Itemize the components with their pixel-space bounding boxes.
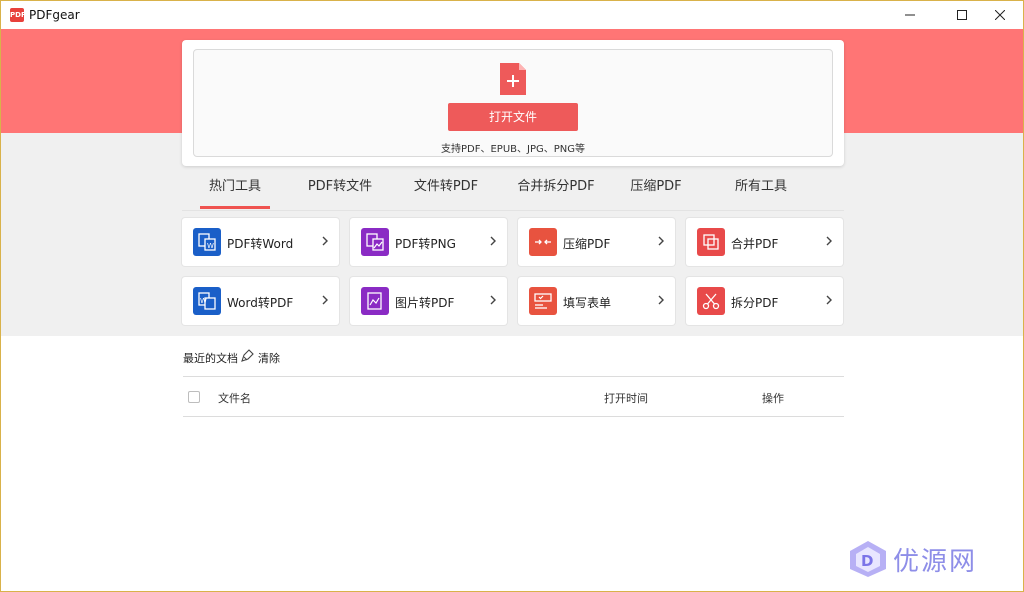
tool-label: PDF转PNG (395, 237, 456, 251)
close-icon (995, 10, 1005, 20)
minimize-icon (905, 14, 915, 16)
tool-label: 压缩PDF (563, 237, 611, 251)
chevron-right-icon (658, 295, 664, 305)
svg-text:D: D (861, 552, 873, 570)
watermark-logo-icon: D (850, 541, 886, 577)
tool-compress-pdf[interactable]: 压缩PDF (518, 218, 675, 266)
maximize-icon (957, 10, 967, 20)
recent-title: 最近的文档 (183, 352, 238, 365)
chevron-right-icon (826, 295, 832, 305)
image-to-pdf-icon (361, 287, 389, 315)
tab-all-tools[interactable]: 所有工具 (730, 173, 792, 209)
tabs-divider (182, 210, 844, 211)
file-plus-icon (500, 63, 526, 95)
tool-label: 填写表单 (563, 296, 612, 310)
chevron-right-icon (322, 295, 328, 305)
tool-merge-pdf[interactable]: 合并PDF (686, 218, 843, 266)
column-open-time[interactable]: 打开时间 (604, 390, 648, 406)
word-to-pdf-icon: W (193, 287, 221, 315)
tool-pdf-to-word[interactable]: W PDF转Word (182, 218, 339, 266)
tab-merge-split[interactable]: 合并拆分PDF (508, 173, 604, 209)
svg-text:W: W (207, 242, 214, 250)
merge-icon (697, 228, 725, 256)
tab-file-to-pdf[interactable]: 文件转PDF (410, 173, 482, 209)
divider (183, 376, 844, 377)
app-window: PDF PDFgear W PDF转Word PDF转PNG 压缩PDF 合并P… (0, 0, 1024, 592)
form-icon (529, 287, 557, 315)
tool-label: Word转PDF (227, 296, 294, 310)
select-all-checkbox[interactable] (188, 391, 200, 403)
minimize-button[interactable] (887, 1, 933, 29)
tool-label: 拆分PDF (731, 296, 779, 310)
tab-hot-tools[interactable]: 热门工具 (200, 173, 270, 209)
drop-zone[interactable]: 打开文件 支持PDF、EPUB、JPG、PNG等 (193, 49, 833, 157)
tab-pdf-to-file[interactable]: PDF转文件 (304, 173, 376, 209)
svg-text:W: W (200, 297, 207, 305)
pdf-to-png-icon (361, 228, 389, 256)
tool-pdf-to-png[interactable]: PDF转PNG (350, 218, 507, 266)
pdf-to-word-icon: W (193, 228, 221, 256)
close-button[interactable] (977, 1, 1023, 29)
chevron-right-icon (490, 236, 496, 246)
watermark: D 优源网 (847, 539, 1007, 579)
column-action: 操作 (762, 392, 784, 405)
chevron-right-icon (826, 236, 832, 246)
title-bar[interactable]: PDF PDFgear (1, 1, 1023, 29)
broom-icon[interactable] (240, 349, 254, 363)
tool-word-to-pdf[interactable]: W Word转PDF (182, 277, 339, 325)
app-title: PDFgear (29, 8, 80, 22)
tool-label: 合并PDF (731, 237, 779, 251)
tool-label: PDF转Word (227, 237, 294, 251)
chevron-right-icon (658, 236, 664, 246)
chevron-right-icon (322, 236, 328, 246)
open-file-button[interactable]: 打开文件 (448, 103, 578, 131)
tool-image-to-pdf[interactable]: 图片转PDF (350, 277, 507, 325)
chevron-right-icon (490, 295, 496, 305)
upload-card: 打开文件 支持PDF、EPUB、JPG、PNG等 (182, 40, 844, 166)
divider (183, 416, 844, 417)
column-filename[interactable]: 文件名 (218, 390, 251, 406)
supported-formats-text: 支持PDF、EPUB、JPG、PNG等 (441, 144, 585, 155)
tab-compress[interactable]: 压缩PDF (628, 173, 684, 209)
tool-fill-form[interactable]: 填写表单 (518, 277, 675, 325)
clear-button[interactable]: 清除 (258, 350, 280, 366)
tool-split-pdf[interactable]: 拆分PDF (686, 277, 843, 325)
split-icon (697, 287, 725, 315)
tool-tabs: 热门工具 PDF转文件 文件转PDF 合并拆分PDF 压缩PDF 所有工具 (182, 173, 844, 211)
compress-icon (529, 228, 557, 256)
tool-label: 图片转PDF (395, 296, 455, 310)
watermark-text: 优源网 (893, 547, 978, 577)
app-logo: PDF (10, 8, 26, 22)
